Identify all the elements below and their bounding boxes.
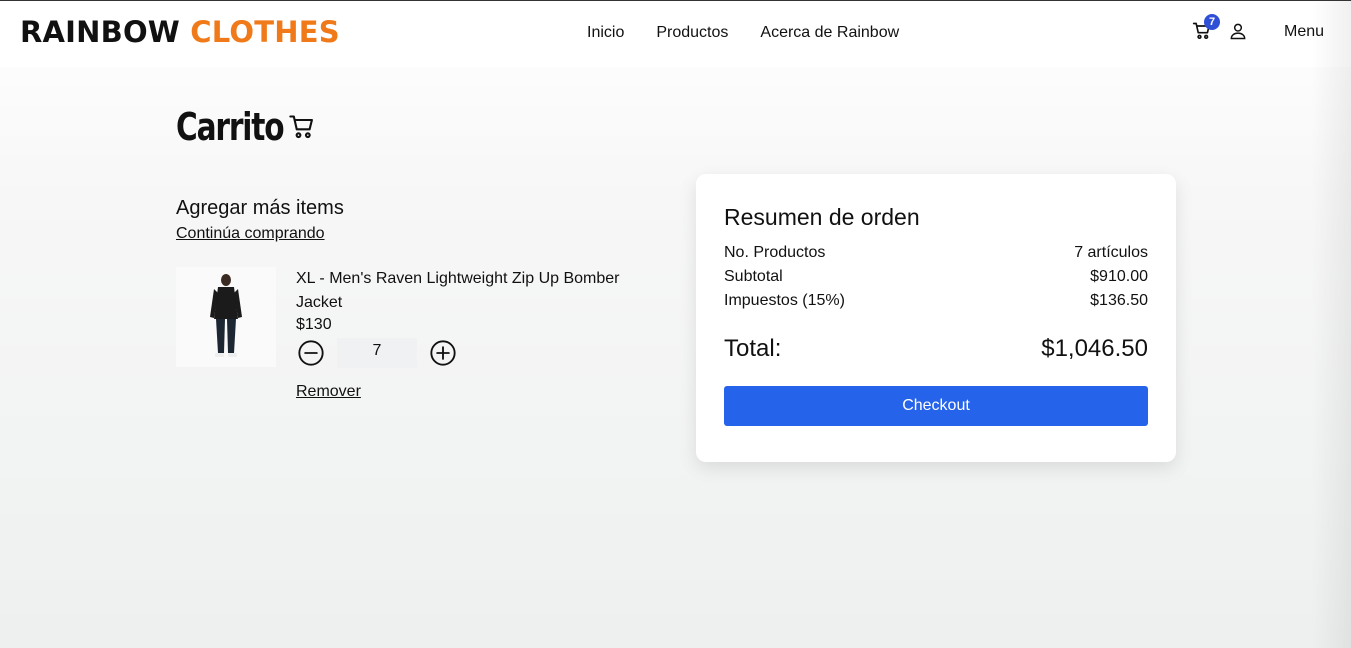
tax-label: Impuestos (15%) — [724, 292, 845, 309]
product-photo-person — [210, 274, 242, 357]
checkout-button[interactable]: Checkout — [724, 386, 1148, 426]
nav-acerca[interactable]: Acerca de Rainbow — [760, 24, 899, 42]
remove-item-link[interactable]: Remover — [296, 383, 361, 401]
cart-count-badge: 7 — [1204, 14, 1220, 30]
add-more-heading: Agregar más items — [176, 197, 344, 219]
subtotal-row: Subtotal $910.00 — [724, 268, 1148, 286]
plus-circle-icon[interactable] — [429, 339, 457, 367]
products-count-row: No. Productos 7 artículos — [724, 244, 1148, 262]
tax-value: $136.50 — [1090, 292, 1148, 309]
continue-shopping-link[interactable]: Continúa comprando — [176, 225, 325, 243]
order-summary-title: Resumen de orden — [724, 204, 920, 230]
quantity-stepper: 7 — [297, 338, 457, 368]
account-button[interactable] — [1228, 21, 1250, 43]
header-actions: 7 Menu — [1192, 14, 1324, 43]
cart-icon — [289, 115, 313, 139]
order-summary-card: Resumen de orden No. Productos 7 artícul… — [696, 174, 1176, 462]
quantity-value[interactable]: 7 — [337, 338, 417, 368]
nav-inicio[interactable]: Inicio — [587, 24, 624, 42]
product-price: $130 — [296, 316, 332, 333]
cart-button[interactable]: 7 — [1192, 14, 1220, 43]
tax-row: Impuestos (15%) $136.50 — [724, 292, 1148, 310]
total-value: $1,046.50 — [1041, 335, 1148, 362]
subtotal-value: $910.00 — [1090, 268, 1148, 285]
main-nav: Inicio Productos Acerca de Rainbow — [587, 24, 931, 42]
subtotal-label: Subtotal — [724, 268, 783, 285]
logo-clothes: CLOTHES — [190, 15, 340, 49]
product-name[interactable]: XL - Men's Raven Lightweight Zip Up Bomb… — [296, 267, 656, 315]
products-count-label: No. Productos — [724, 244, 826, 261]
site-header: RAINBOW CLOTHES Inicio Productos Acerca … — [0, 1, 1351, 67]
logo[interactable]: RAINBOW CLOTHES — [20, 15, 340, 49]
minus-circle-icon[interactable] — [297, 339, 325, 367]
page-edge-shadow — [1311, 1, 1351, 648]
user-icon — [1230, 23, 1246, 40]
product-image[interactable] — [176, 267, 276, 367]
page-title-text: Carrito — [176, 105, 285, 149]
logo-rainbow: RAINBOW — [20, 15, 180, 49]
nav-productos[interactable]: Productos — [656, 24, 728, 42]
total-row: Total: $1,046.50 — [724, 335, 1148, 363]
total-label: Total: — [724, 335, 782, 362]
products-count-value: 7 artículos — [1074, 244, 1148, 261]
menu-button[interactable]: Menu — [1284, 23, 1324, 41]
page-title: Carrito — [176, 105, 316, 149]
